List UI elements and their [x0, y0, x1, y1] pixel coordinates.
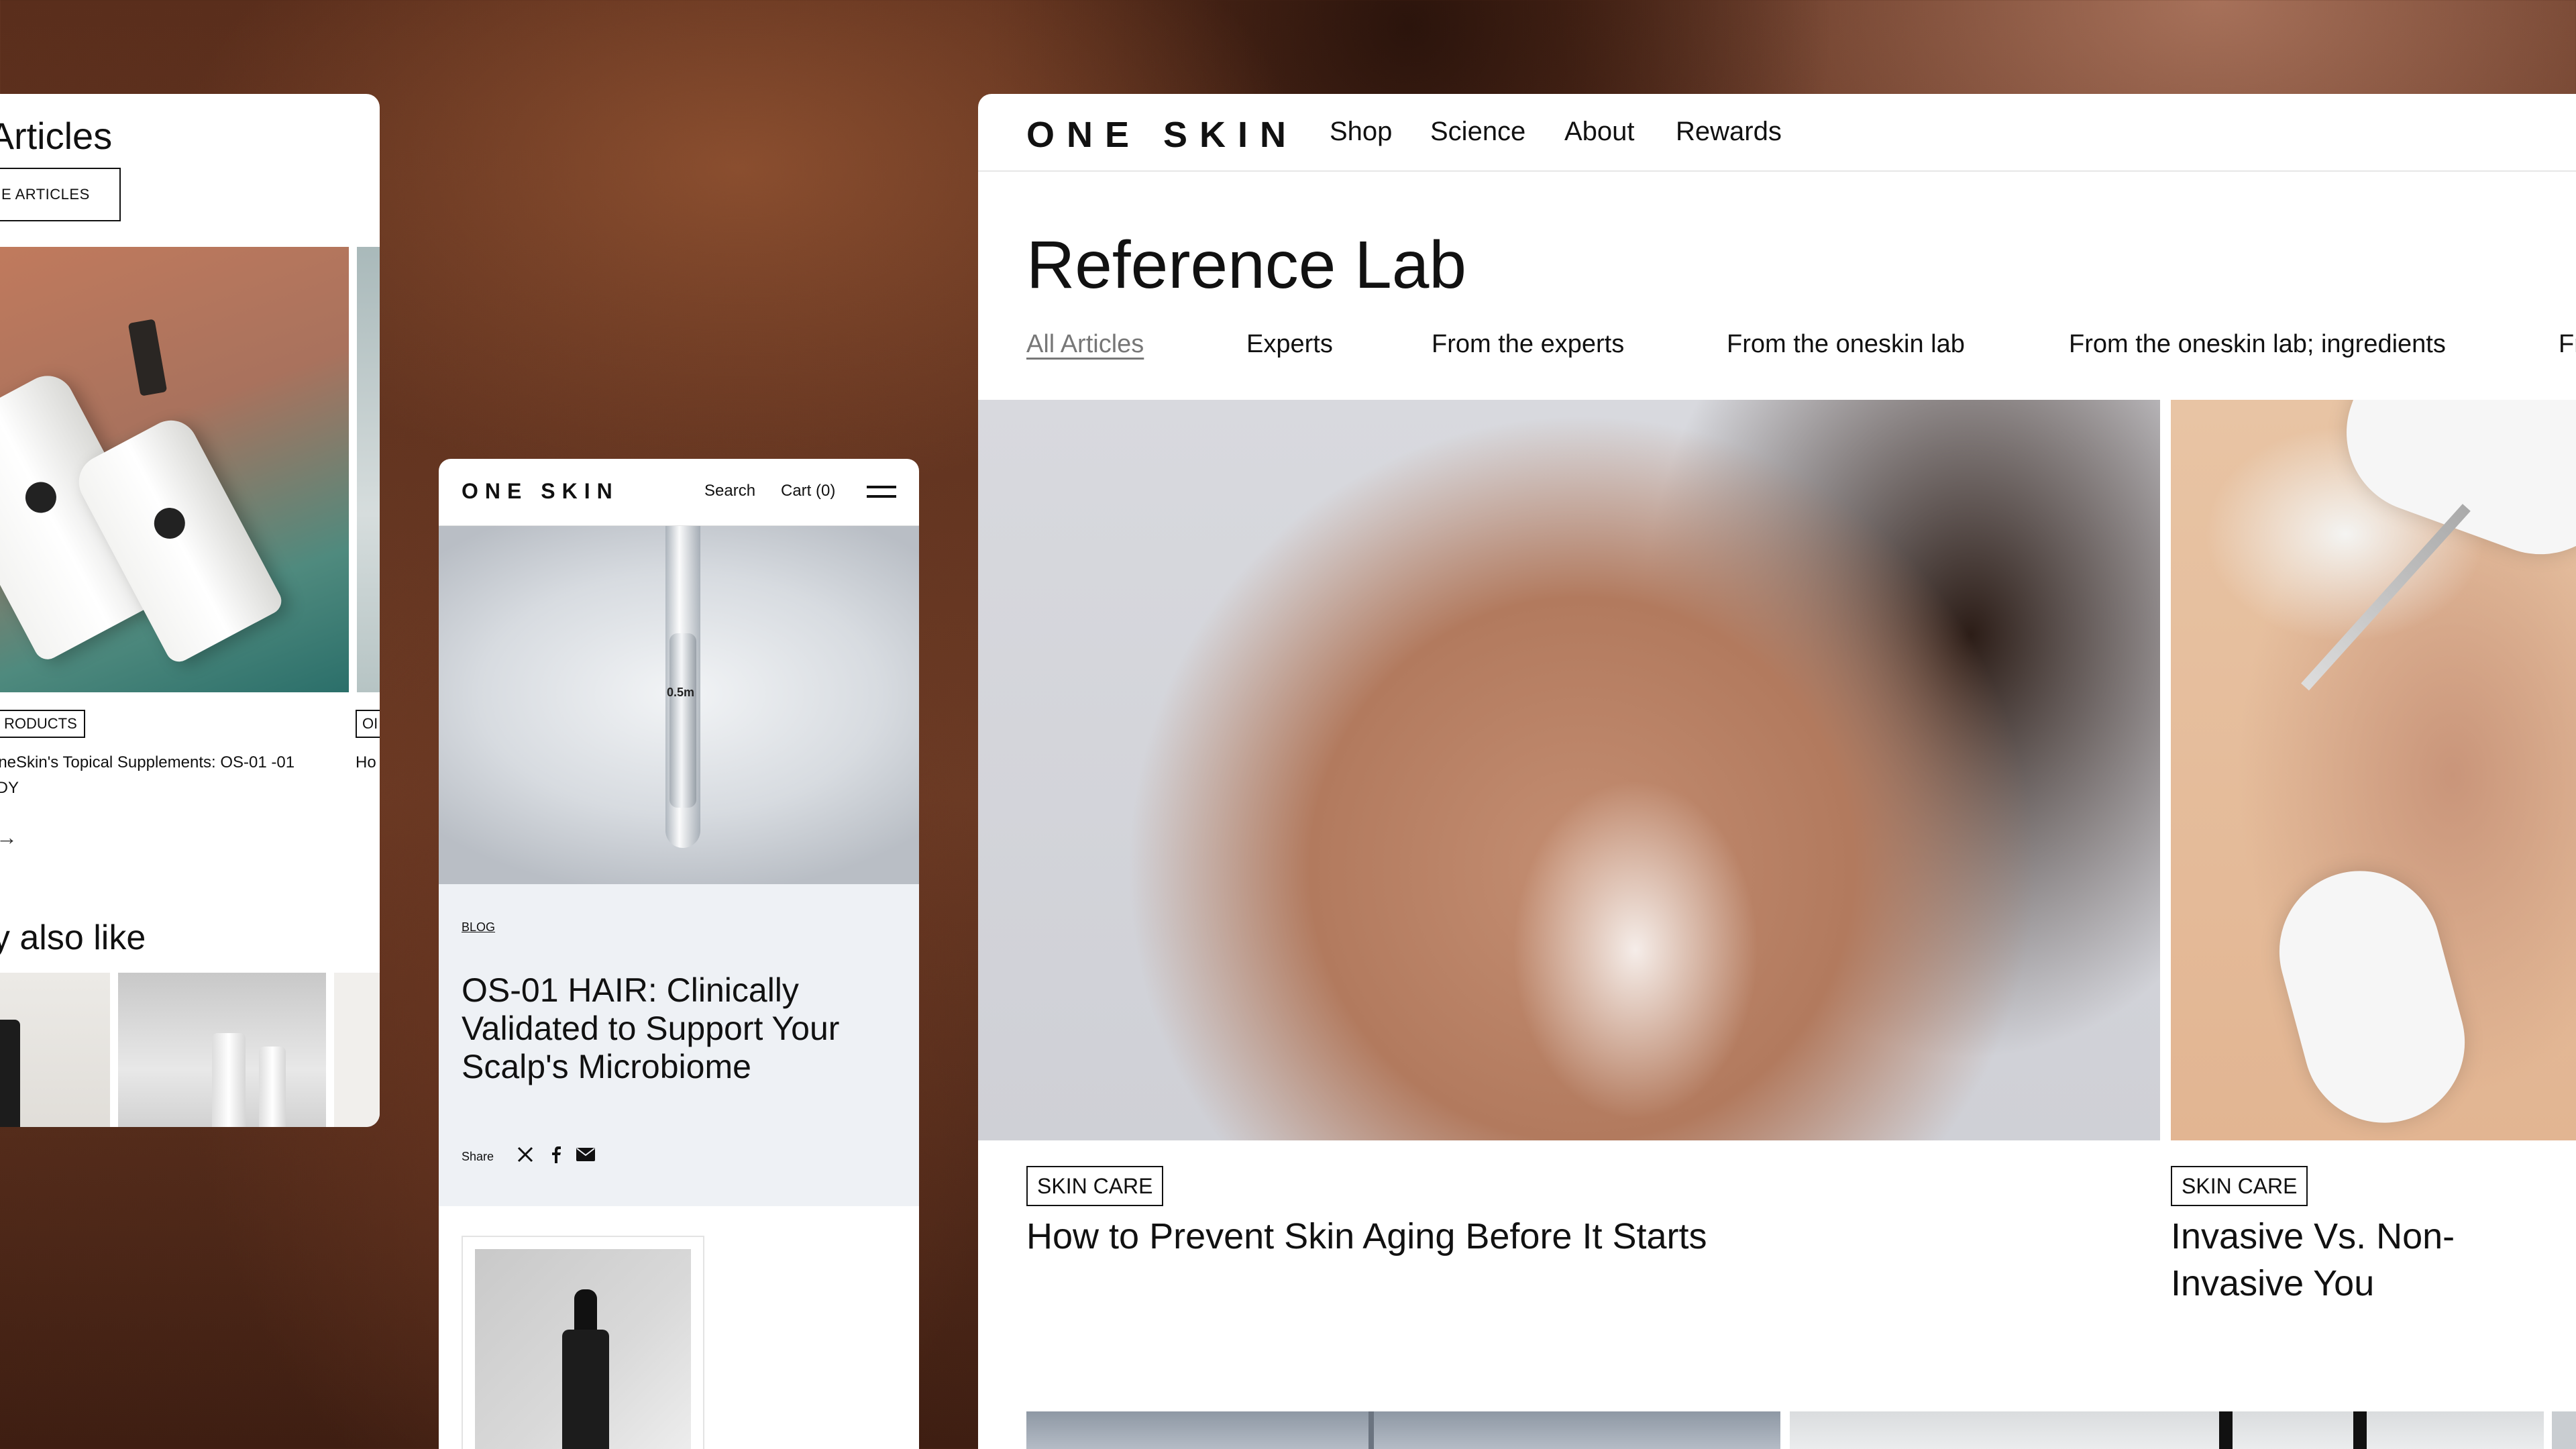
article-title[interactable]: y OneSkin's Topical Supplements: OS-01 -… — [0, 750, 322, 801]
share-label: Share — [462, 1150, 494, 1163]
pipette-measure-label: 0.5m — [667, 686, 695, 699]
desktop-header: ONE SKIN Shop Science About Rewards — [978, 94, 2576, 172]
filter-experts[interactable]: Experts — [1246, 330, 1333, 359]
serum-product-image — [475, 1249, 691, 1449]
article-title[interactable]: How to Prevent Skin Aging Before It Star… — [1026, 1213, 2127, 1260]
filter-more[interactable]: Fr — [2559, 330, 2576, 359]
category-tag[interactable]: SKIN CARE — [1026, 1166, 1164, 1206]
product-card[interactable] — [462, 1236, 704, 1449]
article-image-row2[interactable] — [1026, 1411, 1780, 1449]
article-image-2[interactable] — [357, 247, 380, 692]
nav-science[interactable]: Science — [1430, 117, 1525, 147]
mail-icon[interactable] — [576, 1144, 596, 1165]
article-title[interactable]: Invasive Vs. Non-Invasive You — [2171, 1213, 2573, 1307]
body-bottles-image[interactable] — [0, 247, 349, 692]
nav-about[interactable]: About — [1564, 117, 1635, 147]
desktop-reference-lab-page: ONE SKIN Shop Science About Rewards Refe… — [978, 94, 2576, 1449]
product-thumbnail[interactable] — [0, 973, 110, 1127]
search-link[interactable]: Search — [704, 482, 755, 500]
brand-logo[interactable]: ONE SKIN — [462, 479, 619, 504]
pump-head — [127, 319, 168, 396]
x-icon[interactable] — [515, 1144, 535, 1165]
mobile-article-page: ONE SKIN Search Cart (0) 0.5m BLOG OS-01… — [439, 459, 919, 1449]
arrow-right-icon[interactable]: → — [0, 825, 17, 850]
related-articles-heading: d Articles — [0, 115, 113, 157]
filter-from-the-oneskin-lab[interactable]: From the oneskin lab — [1727, 330, 1965, 359]
category-tag[interactable]: SKIN CARE — [2171, 1166, 2308, 1206]
article-image-row2[interactable] — [1790, 1411, 2544, 1449]
article-title-2[interactable]: Ho Ag — [356, 750, 380, 775]
category-tag[interactable]: RODUCTS — [0, 710, 85, 738]
hamburger-menu-icon[interactable] — [867, 486, 896, 499]
facebook-icon[interactable] — [546, 1144, 566, 1165]
article-image-row2[interactable] — [2552, 1411, 2576, 1449]
brand-logo[interactable]: ONE SKIN — [1026, 114, 1298, 156]
you-may-also-like-heading: ay also like — [0, 918, 146, 957]
nav-shop[interactable]: Shop — [1330, 117, 1392, 147]
filter-from-the-experts[interactable]: From the experts — [1432, 330, 1624, 359]
cart-link[interactable]: Cart (0) — [781, 482, 835, 500]
product-thumbnail[interactable] — [118, 973, 326, 1127]
filter-oneskin-lab-ingredients[interactable]: From the oneskin lab; ingredients — [2069, 330, 2446, 359]
pipette-bulb — [669, 633, 696, 808]
article-header-section: BLOG OS-01 HAIR: Clinically Validated to… — [439, 884, 919, 1206]
blog-tag-link[interactable]: BLOG — [462, 920, 495, 934]
category-tag-2[interactable]: OI — [356, 710, 380, 738]
dropper-bottle — [562, 1330, 609, 1449]
pipette-hero-image: 0.5m — [439, 526, 919, 884]
article-headline: OS-01 HAIR: Clinically Validated to Supp… — [462, 971, 840, 1085]
see-articles-button[interactable]: E ARTICLES — [0, 168, 121, 221]
mobile-header: ONE SKIN Search Cart (0) — [439, 459, 919, 526]
nav-rewards[interactable]: Rewards — [1676, 117, 1782, 147]
filter-all-articles[interactable]: All Articles — [1026, 330, 1144, 359]
woman-smiling-skin-foam-image[interactable] — [978, 400, 2160, 1140]
page-title: Reference Lab — [1026, 227, 1467, 303]
injection-treatment-image[interactable] — [2171, 400, 2576, 1140]
related-articles-card: d Articles E ARTICLES RODUCTS OI y OneSk… — [0, 94, 380, 1127]
product-thumbnail[interactable] — [334, 973, 380, 1127]
